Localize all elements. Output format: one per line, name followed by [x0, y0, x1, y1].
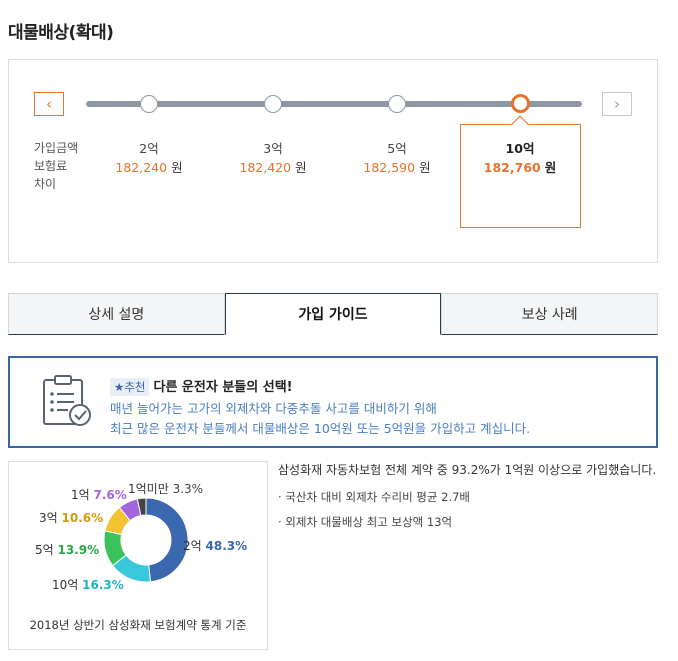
- won-unit: 원: [544, 160, 557, 175]
- recommend-line-1: 매년 늘어가는 고가의 외제차와 다중추돌 사고를 대비하기 위해: [110, 401, 437, 416]
- slider-knob-10-selected[interactable]: [511, 94, 530, 113]
- tab-bar: 상세 설명 가입 가이드 보상 사례: [8, 293, 659, 335]
- chevron-left-icon: ‹: [46, 94, 52, 113]
- star-icon: ★: [114, 380, 125, 394]
- recommend-badge: ★추천: [110, 378, 150, 396]
- won-unit: 원: [171, 160, 183, 175]
- slice-label-5: 5억 13.9%: [35, 543, 100, 557]
- tab-cases[interactable]: 보상 사례: [441, 293, 659, 335]
- option-3[interactable]: 3억 182,420 원: [213, 139, 333, 177]
- slider-track[interactable]: [86, 101, 582, 107]
- option-5[interactable]: 5억 182,590 원: [337, 139, 457, 177]
- slice-label-10: 10억 16.3%: [52, 578, 124, 592]
- option-amount: 3억: [263, 141, 283, 156]
- tab-guide[interactable]: 가입 가이드: [224, 293, 442, 335]
- stat-bullet-1: · 국산차 대비 외제차 수리비 평균 2.7배: [278, 490, 470, 504]
- slice-label-2: 2억 48.3%: [183, 539, 248, 553]
- chevron-right-icon: ›: [614, 94, 620, 113]
- clipboard-check-icon: [40, 374, 96, 434]
- tab-detail[interactable]: 상세 설명: [8, 293, 225, 335]
- chart-caption: 2018년 상반기 삼성화재 보험계약 통계 기준: [29, 618, 247, 632]
- page-title: 대물배상(확대): [8, 23, 114, 43]
- next-arrow-button[interactable]: ›: [602, 92, 632, 116]
- row-labels: 가입금액 보험료 차이: [34, 139, 78, 193]
- row-label-premium: 보험료: [34, 159, 68, 173]
- prev-arrow-button[interactable]: ‹: [34, 92, 64, 116]
- option-10-selected[interactable]: 10억 182,760 원: [460, 139, 580, 177]
- donut-slice-0: [145, 497, 189, 583]
- slider-knob-2[interactable]: [140, 95, 158, 113]
- recommend-title-text: 다른 운전자 분들의 선택!: [153, 380, 293, 395]
- row-label-diff: 차이: [34, 177, 57, 191]
- option-price: 182,240: [115, 160, 168, 175]
- donut-chart-panel: 1억미만 3.3% 1억 7.6% 3억 10.6% 5억 13.9% 10억 …: [8, 461, 268, 650]
- option-amount: 5억: [387, 141, 407, 156]
- recommend-line-2: 최근 많은 운전자 분들께서 대물배상은 10억원 또는 5억원을 가입하고 계…: [110, 421, 531, 436]
- option-price: 182,590: [363, 160, 416, 175]
- option-amount: 2억: [139, 141, 159, 156]
- slice-label-under-1: 1억미만 3.3%: [128, 482, 204, 496]
- won-unit: 원: [295, 160, 307, 175]
- row-label-amount: 가입금액: [34, 141, 79, 155]
- slider-knob-5[interactable]: [388, 95, 406, 113]
- option-amount: 10억: [505, 141, 535, 156]
- won-unit: 원: [419, 160, 431, 175]
- option-price: 182,420: [239, 160, 292, 175]
- recommend-title: ★추천 다른 운전자 분들의 선택!: [110, 376, 293, 396]
- slice-label-1: 1억 7.6%: [71, 488, 127, 502]
- recommend-box: ★추천 다른 운전자 분들의 선택! 매년 늘어가는 고가의 외제차와 다중추돌 …: [8, 356, 658, 448]
- recommend-badge-label: 추천: [124, 380, 146, 394]
- slider-knob-3[interactable]: [264, 95, 282, 113]
- coverage-slider-panel: ‹ › 가입금액 보험료 차이 2억 182,240 원 3억 182,420 …: [8, 59, 658, 263]
- option-2[interactable]: 2억 182,240 원: [89, 139, 209, 177]
- stat-bullet-2: · 외제차 대물배상 최고 보상액 13억: [278, 515, 453, 529]
- option-price: 182,760: [483, 160, 541, 175]
- stat-main-text: 삼성화재 자동차보험 전체 계약 중 93.2%가 1억원 이상으로 가입했습니…: [278, 463, 657, 477]
- slice-label-3: 3억 10.6%: [39, 511, 104, 525]
